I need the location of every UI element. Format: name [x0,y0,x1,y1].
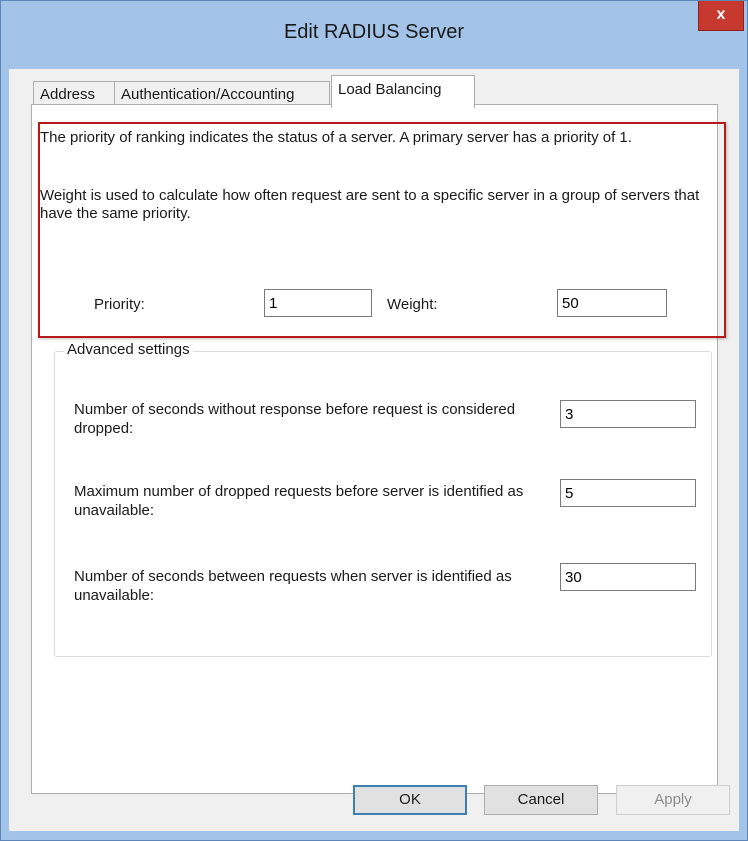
close-button[interactable]: x [698,1,744,31]
interval-label: Number of seconds between requests when … [74,568,512,604]
max-dropped-label: Maximum number of dropped requests befor… [74,483,524,519]
priority-description: The priority of ranking indicates the st… [40,129,632,146]
max-dropped-input[interactable] [560,479,696,507]
priority-label: Priority: [94,296,145,313]
dialog-window: Edit RADIUS Server x Address Authenticat… [0,0,748,841]
close-icon: x [716,6,726,23]
ok-button[interactable]: OK [353,785,467,815]
priority-input[interactable] [264,289,372,317]
timeout-label: Number of seconds without response befor… [74,401,516,437]
advanced-settings-title: Advanced settings [64,341,193,358]
weight-description: Weight is used to calculate how often re… [40,187,700,222]
interval-input[interactable] [560,563,696,591]
apply-button[interactable]: Apply [616,785,730,815]
window-title: Edit RADIUS Server [283,21,465,43]
weight-label: Weight: [387,296,438,313]
tab-panel-load-balancing: The priority of ranking indicates the st… [31,104,726,794]
title-bar[interactable]: Edit RADIUS Server x [1,1,747,69]
tab-load-balancing[interactable]: Load Balancing [331,75,475,108]
cancel-button[interactable]: Cancel [484,785,598,815]
dialog-client-area: Address Authentication/Accounting Load B… [9,69,739,831]
timeout-input[interactable] [560,400,696,428]
weight-input[interactable] [557,289,667,317]
